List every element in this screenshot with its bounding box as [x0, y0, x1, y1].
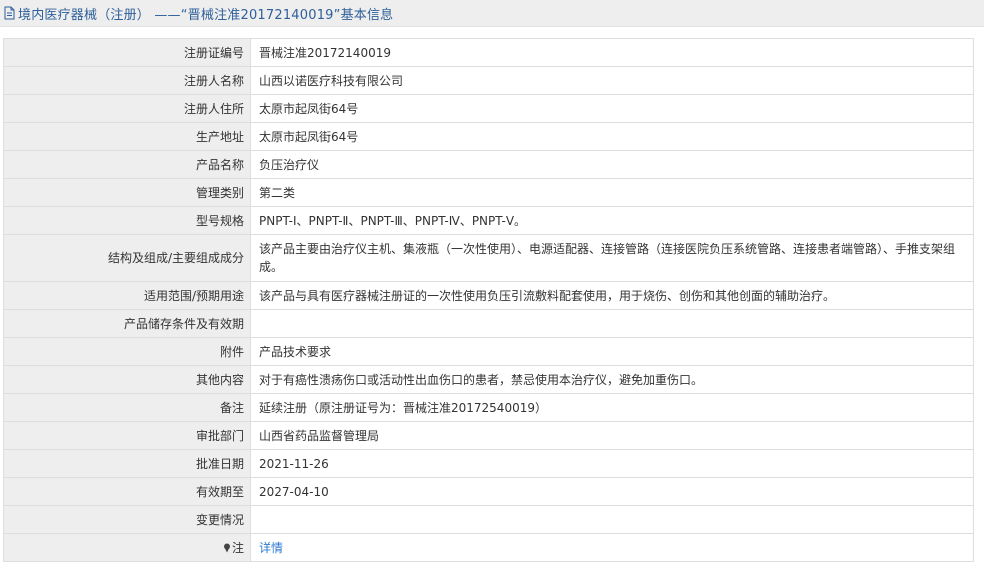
row-value: 对于有癌性溃疡伤口或活动性出血伤口的患者，禁忌使用本治疗仪，避免加重伤口。 [250, 365, 974, 394]
row-value: 负压治疗仪 [250, 150, 974, 179]
row-value: 太原市起凤街64号 [250, 122, 974, 151]
note-value-cell: 详情 [250, 533, 974, 562]
row-value: 延续注册（原注册证号为：晋械注准20172540019） [250, 393, 974, 422]
table-row: 批准日期 2021-11-26 [3, 449, 974, 478]
row-label: 附件 [3, 337, 251, 366]
row-label: 变更情况 [3, 505, 251, 534]
table-row: 生产地址 太原市起凤街64号 [3, 122, 974, 151]
table-row: 注册人名称 山西以诺医疗科技有限公司 [3, 66, 974, 95]
table-row: 注册人住所 太原市起凤街64号 [3, 94, 974, 123]
row-value: 山西以诺医疗科技有限公司 [250, 66, 974, 95]
table-row: 产品名称 负压治疗仪 [3, 150, 974, 179]
page-header: 境内医疗器械（注册） ——“晋械注准20172140019”基本信息 [0, 0, 984, 27]
table-row: 注册证编号 晋械注准20172140019 [3, 38, 974, 67]
table-row: 管理类别 第二类 [3, 178, 974, 207]
row-label: 生产地址 [3, 122, 251, 151]
document-icon [4, 6, 15, 20]
row-value [250, 505, 974, 534]
row-value: 产品技术要求 [250, 337, 974, 366]
page-title: 境内医疗器械（注册） ——“晋械注准20172140019”基本信息 [18, 7, 394, 23]
note-row: 注 详情 [3, 533, 974, 562]
row-label: 产品名称 [3, 150, 251, 179]
row-label: 其他内容 [3, 365, 251, 394]
row-label: 审批部门 [3, 421, 251, 450]
table-row: 有效期至 2027-04-10 [3, 477, 974, 506]
note-label-cell: 注 [3, 533, 251, 562]
row-label: 有效期至 [3, 477, 251, 506]
pin-icon [223, 543, 230, 552]
row-value: 2021-11-26 [250, 449, 974, 478]
row-label: 批准日期 [3, 449, 251, 478]
table-row: 其他内容 对于有癌性溃疡伤口或活动性出血伤口的患者，禁忌使用本治疗仪，避免加重伤… [3, 365, 974, 394]
table-row: 备注 延续注册（原注册证号为：晋械注准20172540019） [3, 393, 974, 422]
row-value: 山西省药品监督管理局 [250, 421, 974, 450]
row-label: 产品储存条件及有效期 [3, 309, 251, 338]
row-value: 该产品与具有医疗器械注册证的一次性使用负压引流敷料配套使用，用于烧伤、创伤和其他… [250, 281, 974, 310]
details-link[interactable]: 详情 [259, 541, 283, 555]
table-row: 审批部门 山西省药品监督管理局 [3, 421, 974, 450]
row-label: 注册证编号 [3, 38, 251, 67]
row-value [250, 309, 974, 338]
row-value: 晋械注准20172140019 [250, 38, 974, 67]
registration-info-table: 注册证编号 晋械注准20172140019 注册人名称 山西以诺医疗科技有限公司… [3, 38, 974, 562]
row-value: 第二类 [250, 178, 974, 207]
row-label: 注册人名称 [3, 66, 251, 95]
table-row: 结构及组成/主要组成成分 该产品主要由治疗仪主机、集液瓶（一次性使用）、电源适配… [3, 234, 974, 282]
table-row: 适用范围/预期用途 该产品与具有医疗器械注册证的一次性使用负压引流敷料配套使用，… [3, 281, 974, 310]
row-label: 管理类别 [3, 178, 251, 207]
row-label: 备注 [3, 393, 251, 422]
row-label: 型号规格 [3, 206, 251, 235]
note-label: 注 [231, 540, 244, 555]
row-label: 结构及组成/主要组成成分 [3, 234, 251, 282]
row-value: 2027-04-10 [250, 477, 974, 506]
row-label: 注册人住所 [3, 94, 251, 123]
table-row: 产品储存条件及有效期 [3, 309, 974, 338]
row-label: 适用范围/预期用途 [3, 281, 251, 310]
row-value: 太原市起凤街64号 [250, 94, 974, 123]
table-row: 变更情况 [3, 505, 974, 534]
table-row: 型号规格 PNPT-Ⅰ、PNPT-Ⅱ、PNPT-Ⅲ、PNPT-Ⅳ、PNPT-Ⅴ。 [3, 206, 974, 235]
row-value: 该产品主要由治疗仪主机、集液瓶（一次性使用）、电源适配器、连接管路（连接医院负压… [250, 234, 974, 282]
row-value: PNPT-Ⅰ、PNPT-Ⅱ、PNPT-Ⅲ、PNPT-Ⅳ、PNPT-Ⅴ。 [250, 206, 974, 235]
table-row: 附件 产品技术要求 [3, 337, 974, 366]
